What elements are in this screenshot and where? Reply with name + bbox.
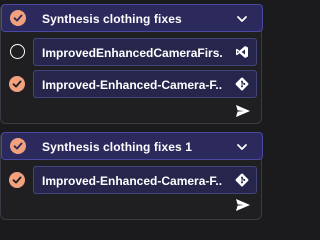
chevron-down-icon[interactable]: [236, 13, 248, 25]
send-icon[interactable]: [235, 198, 251, 212]
list-item[interactable]: ImprovedEnhancedCameraFirs...: [33, 38, 257, 66]
group-header-1[interactable]: Synthesis clothing fixes: [1, 4, 263, 32]
group-card-1: Synthesis clothing fixes ImprovedEnhance…: [0, 4, 263, 124]
group-header-2[interactable]: Synthesis clothing fixes 1: [1, 132, 263, 160]
item-label: Improved-Enhanced-Camera-F...: [42, 78, 222, 92]
empty-circle-icon[interactable]: [10, 44, 25, 59]
group-title: Synthesis clothing fixes: [42, 12, 182, 26]
item-label: Improved-Enhanced-Camera-F...: [42, 174, 222, 188]
send-icon[interactable]: [235, 104, 251, 118]
project-groups-panel: Synthesis clothing fixes ImprovedEnhance…: [0, 0, 274, 233]
check-circle-icon[interactable]: [9, 76, 25, 92]
list-item[interactable]: Improved-Enhanced-Camera-F...: [33, 70, 257, 98]
visual-studio-icon: [236, 46, 248, 58]
check-circle-icon[interactable]: [10, 10, 26, 26]
git-icon: [235, 77, 249, 91]
item-label: ImprovedEnhancedCameraFirs...: [42, 46, 222, 60]
scrollbar-track[interactable]: [266, 0, 274, 233]
check-circle-icon[interactable]: [10, 138, 26, 154]
git-icon: [235, 173, 249, 187]
list-item[interactable]: Improved-Enhanced-Camera-F...: [33, 166, 257, 194]
chevron-down-icon[interactable]: [236, 141, 248, 153]
group-title: Synthesis clothing fixes 1: [42, 140, 192, 154]
check-circle-icon[interactable]: [9, 172, 25, 188]
group-card-2: Synthesis clothing fixes 1 Improved-Enha…: [0, 132, 263, 220]
